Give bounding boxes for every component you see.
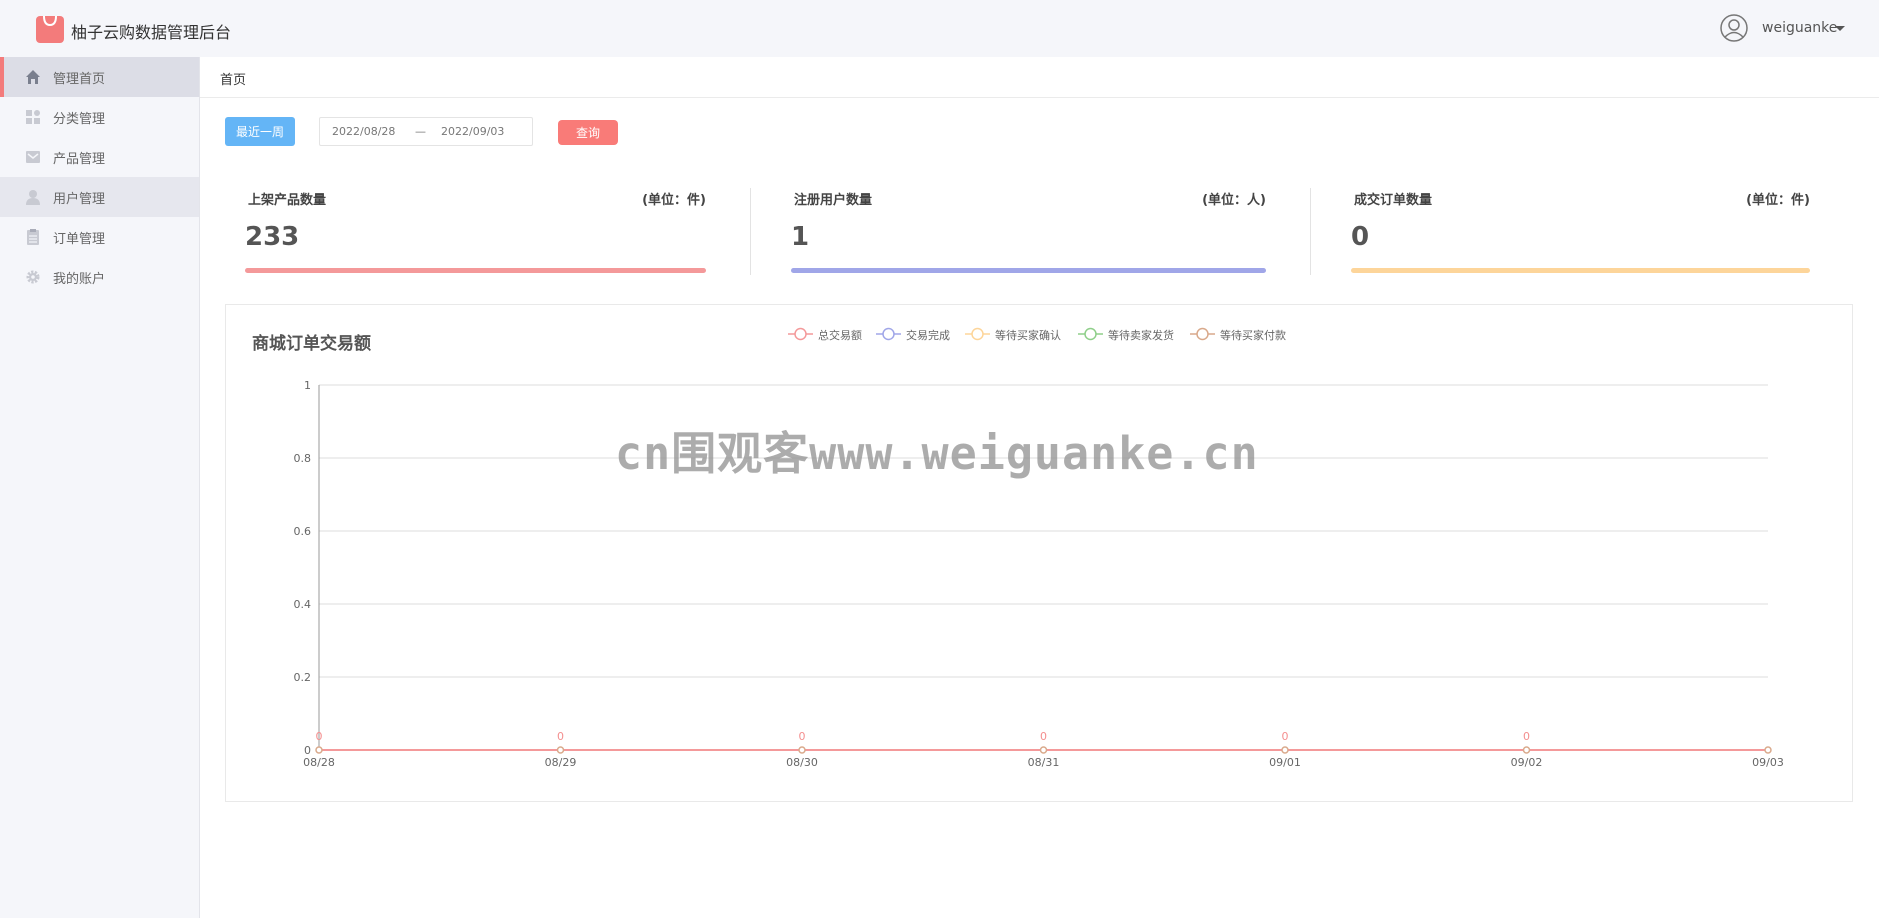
- divider: [750, 188, 751, 275]
- shopping-bag-icon[interactable]: [36, 13, 64, 43]
- stat-unit: (单位：件): [642, 193, 706, 208]
- divider: [1310, 188, 1311, 275]
- data-label: 0: [1523, 730, 1530, 743]
- category-icon: [26, 110, 40, 124]
- data-point: [798, 746, 806, 754]
- data-label: 0: [557, 730, 564, 743]
- sidebar-item-label: 订单管理: [53, 232, 106, 247]
- x-tick-label: 08/29: [545, 756, 577, 769]
- sidebar-item-label: 产品管理: [53, 152, 106, 167]
- sidebar-item-label: 管理首页: [53, 72, 106, 87]
- stat-label: 上架产品数量: [248, 193, 327, 208]
- stat-orders: 成交订单数量 (单位：件) 0: [1351, 185, 1810, 277]
- data-label: 0: [316, 730, 323, 743]
- top-bar: 柚子云购数据管理后台 weiguanke: [0, 0, 1879, 58]
- user-name[interactable]: weiguanke: [1762, 20, 1837, 36]
- data-label: 0: [799, 730, 806, 743]
- sidebar-item-product[interactable]: 产品管理: [0, 137, 199, 177]
- stat-unit: (单位：人): [1202, 193, 1266, 208]
- sidebar-item-orders[interactable]: 订单管理: [0, 217, 199, 257]
- user-icon: [26, 190, 40, 205]
- data-point: [1522, 746, 1531, 754]
- date-separator: —: [415, 125, 426, 138]
- x-tick-label: 09/03: [1752, 756, 1784, 769]
- x-tick-label: 08/30: [786, 756, 818, 769]
- order-icon: [27, 229, 39, 245]
- line-chart: 0 0.2 0.4 0.6 0.8 1 08/28 08/29 08/30 08/31 09/01 0…: [294, 379, 1784, 769]
- sidebar-item-label: 我的账户: [53, 272, 106, 287]
- stat-unit: (单位：件): [1746, 193, 1810, 208]
- query-button[interactable]: 查询: [558, 120, 618, 145]
- stat-bar: [1351, 268, 1810, 273]
- data-label: 0: [1282, 730, 1289, 743]
- end-date-input[interactable]: 2022/09/03: [441, 125, 504, 138]
- stat-bar: [791, 268, 1266, 273]
- user-avatar-icon[interactable]: [1720, 14, 1748, 42]
- stat-products: 上架产品数量 (单位：件) 233: [245, 185, 706, 277]
- app-title: 柚子云购数据管理后台: [71, 23, 232, 42]
- sidebar: 管理首页 分类管理 产品管理 用户管理 订单管理 我的账户: [0, 57, 200, 918]
- y-tick-label: 1: [304, 379, 311, 392]
- data-point: [315, 746, 323, 754]
- x-tick-label: 08/28: [303, 756, 335, 769]
- stat-users: 注册用户数量 (单位：人) 1: [791, 185, 1266, 277]
- start-date-input[interactable]: 2022/08/28: [332, 125, 395, 138]
- sidebar-item-label: 分类管理: [53, 112, 106, 127]
- y-tick-label: 0.4: [294, 598, 312, 611]
- date-range-picker[interactable]: 2022/08/28 — 2022/09/03: [319, 117, 533, 146]
- home-icon: [26, 70, 40, 84]
- sidebar-item-users[interactable]: 用户管理: [0, 177, 199, 217]
- sidebar-item-category[interactable]: 分类管理: [0, 97, 199, 137]
- chart-panel: 商城订单交易额 总交易额 交易完成 等待买家确认 等待卖家发货 等待买家付款 0…: [225, 304, 1853, 802]
- y-tick-label: 0.2: [294, 671, 312, 684]
- sidebar-item-home[interactable]: 管理首页: [0, 57, 199, 97]
- breadcrumb-home[interactable]: 首页: [220, 69, 246, 88]
- stat-value: 1: [791, 222, 810, 252]
- sidebar-item-label: 用户管理: [53, 192, 106, 207]
- recent-week-button[interactable]: 最近一周: [225, 117, 295, 146]
- x-tick-label: 08/31: [1028, 756, 1060, 769]
- sidebar-item-account[interactable]: 我的账户: [0, 257, 199, 297]
- chevron-down-icon[interactable]: [1835, 26, 1845, 31]
- x-tick-label: 09/02: [1511, 756, 1543, 769]
- x-tick-label: 09/01: [1269, 756, 1301, 769]
- data-label: 0: [1040, 730, 1047, 743]
- stat-value: 0: [1351, 222, 1370, 252]
- stat-value: 233: [245, 222, 300, 252]
- stat-label: 成交订单数量: [1354, 193, 1433, 208]
- gear-icon: [26, 270, 40, 284]
- stat-bar: [245, 268, 706, 273]
- data-point: [1039, 746, 1048, 754]
- y-tick-label: 0.8: [294, 452, 312, 465]
- data-point: [1764, 746, 1772, 754]
- y-tick-label: 0.6: [294, 525, 312, 538]
- data-point: [556, 746, 565, 754]
- breadcrumb: 首页: [200, 57, 1879, 98]
- product-icon: [26, 151, 40, 163]
- data-point: [1281, 746, 1289, 754]
- stat-label: 注册用户数量: [794, 193, 873, 208]
